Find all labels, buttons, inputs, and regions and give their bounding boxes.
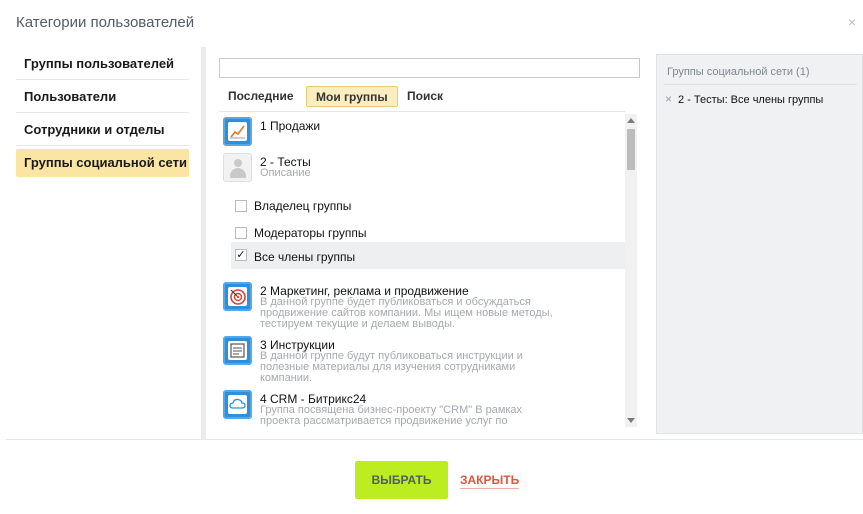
sales-chart-icon — [223, 117, 252, 146]
group-name: 1 Продажи — [260, 119, 321, 133]
checkbox[interactable] — [235, 200, 247, 212]
tab-recent[interactable]: Последние — [219, 86, 303, 107]
subitem-all-members[interactable]: ✓ Все члены группы — [231, 242, 625, 269]
nav-item-employees-departments[interactable]: Сотрудники и отделы — [16, 113, 189, 146]
subitem-label: Все члены группы — [254, 250, 356, 264]
footer-divider — [6, 439, 863, 440]
group-description: В данной группе будет публиковаться и об… — [260, 296, 553, 330]
close-button[interactable]: ЗАКРЫТЬ — [460, 473, 520, 489]
cloud-icon — [223, 390, 252, 419]
vertical-divider — [201, 47, 206, 439]
selected-panel-divider — [664, 84, 857, 85]
group-description: Описание — [260, 167, 311, 179]
selected-panel: Группы социальной сети (1) × 2 - Тесты: В… — [656, 54, 863, 434]
instructions-icon — [223, 336, 252, 365]
group-item-tests[interactable]: 2 - Тесты Описание — [219, 153, 619, 187]
checkbox-checked[interactable]: ✓ — [235, 249, 247, 261]
tab-search[interactable]: Поиск — [398, 86, 452, 107]
selected-item: × 2 - Тесты: Все члены группы — [665, 92, 823, 106]
list-scrollbar[interactable] — [625, 114, 637, 427]
category-nav: Группы пользователей Пользователи Сотруд… — [16, 47, 189, 177]
tabs-divider — [219, 111, 625, 112]
subitem-label: Владелец группы — [254, 199, 352, 213]
close-icon[interactable]: × — [846, 15, 858, 29]
tab-my-groups[interactable]: Мои группы — [306, 86, 398, 107]
nav-item-user-groups[interactable]: Группы пользователей — [16, 47, 189, 80]
select-button[interactable]: ВЫБРАТЬ — [355, 461, 448, 499]
subitem-label: Модераторы группы — [254, 226, 367, 240]
dialog-title: Категории пользователей — [16, 14, 195, 31]
selected-item-label: 2 - Тесты: Все члены группы — [678, 94, 824, 106]
search-input[interactable] — [219, 58, 640, 78]
remove-icon[interactable]: × — [665, 92, 672, 106]
group-item-marketing[interactable]: 2 Маркетинг, реклама и продвижение В дан… — [219, 282, 619, 332]
scroll-up-icon[interactable] — [627, 118, 635, 123]
group-description: В данной группе будут публиковаться инст… — [260, 350, 523, 384]
groups-list: 1 Продажи 2 - Тесты Описание Владелец гр… — [219, 114, 625, 427]
nav-item-social-groups[interactable]: Группы социальной сети — [16, 149, 189, 177]
nav-item-users[interactable]: Пользователи — [16, 80, 189, 113]
selected-panel-title: Группы социальной сети (1) — [667, 66, 810, 78]
group-description: Группа посвящена бизнес-проекту "CRM" В … — [260, 404, 523, 427]
scroll-down-icon[interactable] — [627, 418, 635, 423]
target-icon — [223, 282, 252, 311]
checkbox[interactable] — [235, 227, 247, 239]
scroll-thumb[interactable] — [627, 129, 635, 170]
group-item-sales[interactable]: 1 Продажи — [219, 117, 619, 149]
group-item-instructions[interactable]: 3 Инструкции В данной группе будут публи… — [219, 336, 619, 384]
subitem-owner[interactable]: Владелец группы — [231, 193, 625, 219]
default-user-icon — [223, 153, 252, 182]
group-item-crm[interactable]: 4 CRM - Битрикс24 Группа посвящена бизне… — [219, 390, 619, 427]
